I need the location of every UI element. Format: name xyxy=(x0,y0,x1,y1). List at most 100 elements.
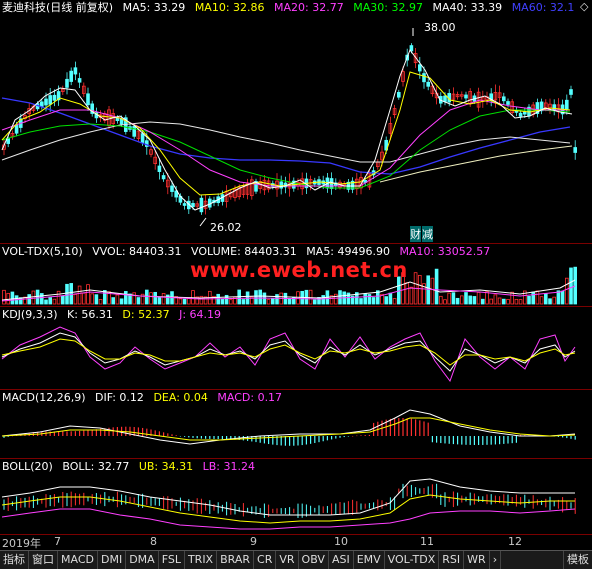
boll-panel[interactable]: BOLL(20) BOLL: 32.77 UB: 34.31 LB: 31.24 xyxy=(0,459,592,535)
tab-rsi[interactable]: RSI xyxy=(439,551,465,569)
kdj-d-line xyxy=(1,338,576,366)
volume-value: VOLUME: 84403.31 xyxy=(191,245,297,258)
volume-bar xyxy=(430,277,435,305)
candle xyxy=(14,124,19,134)
macd-bar xyxy=(389,418,391,436)
candle xyxy=(199,197,204,213)
volume-bar xyxy=(539,296,544,305)
tab-vol-tdx[interactable]: VOL-TDX xyxy=(385,551,440,569)
volume-bar xyxy=(254,290,258,305)
candle xyxy=(565,99,569,110)
candle xyxy=(426,81,430,87)
volume-bar xyxy=(392,298,397,305)
price-header: 麦迪科技(日线 前复权) MA5: 33.29 MA10: 32.86 MA20… xyxy=(2,1,580,14)
volume-bar xyxy=(90,293,95,305)
macd-bar xyxy=(356,435,358,437)
macd-bar xyxy=(209,436,211,439)
macd-bar xyxy=(427,422,429,436)
volume-bar xyxy=(535,290,540,305)
tab-wr[interactable]: WR xyxy=(464,551,490,569)
macd-bar xyxy=(566,436,568,439)
macd-bar xyxy=(419,420,421,436)
macd-bar xyxy=(314,436,316,444)
indicator-tabbar: 指标 窗口 MACD DMI DMA FSL TRIX BRAR CR VR OBV ASI EMV VO… xyxy=(0,550,592,569)
diamond-icon[interactable]: ◇ xyxy=(580,0,588,13)
macd-dif-value: DIF: 0.12 xyxy=(95,391,144,404)
macd-bar xyxy=(452,436,454,445)
volume-bar xyxy=(86,284,90,305)
volume-bar xyxy=(497,297,502,305)
tab-obv[interactable]: OBV xyxy=(299,551,329,569)
tab-emv[interactable]: EMV xyxy=(354,551,385,569)
tabs-more-arrow[interactable]: › xyxy=(490,551,502,569)
macd-bar xyxy=(179,436,181,437)
volume-bar xyxy=(485,291,489,305)
macd-bar xyxy=(163,432,165,436)
macd-bar xyxy=(364,435,366,436)
macd-panel[interactable]: MACD(12,26,9) DIF: 0.12 DEA: 0.04 MACD: … xyxy=(0,390,592,459)
ma30-value: MA30: 32.97 xyxy=(353,1,423,14)
tab-dma[interactable]: DMA xyxy=(126,551,159,569)
date-axis: 2019年 7 8 9 10 11 12 xyxy=(0,534,592,550)
candle xyxy=(157,165,162,172)
vol-ma5-line xyxy=(1,279,576,301)
tab-template[interactable]: 模板 xyxy=(563,551,592,569)
tab-trix[interactable]: TRIX xyxy=(185,551,218,569)
vol-name: VOL-TDX(5,10) xyxy=(2,245,83,258)
finance-marker[interactable]: 财 xyxy=(410,226,421,242)
macd-bar xyxy=(158,431,160,436)
candle xyxy=(518,112,523,117)
tab-brar[interactable]: BRAR xyxy=(217,551,255,569)
kdj-panel[interactable]: KDJ(9,3,3) K: 56.31 D: 52.37 J: 64.19 xyxy=(0,307,592,390)
macd-bar xyxy=(175,435,177,436)
volume-bar xyxy=(161,293,166,305)
macd-bar xyxy=(284,436,286,446)
macd-macd-value: MACD: 0.17 xyxy=(217,391,283,404)
reduce-marker[interactable]: 减 xyxy=(422,226,433,242)
price-panel[interactable]: 麦迪科技(日线 前复权) MA5: 33.29 MA10: 32.86 MA20… xyxy=(0,0,592,244)
volume-bar xyxy=(363,293,367,305)
volume-bar xyxy=(61,295,65,305)
volume-bar xyxy=(321,295,325,305)
macd-bar xyxy=(494,436,496,445)
candle xyxy=(86,93,90,106)
tab-cr[interactable]: CR xyxy=(254,551,277,569)
volume-bar xyxy=(464,292,468,305)
volume-bar xyxy=(417,274,422,305)
tab-macd[interactable]: MACD xyxy=(58,551,98,569)
volume-bar xyxy=(31,290,36,305)
candle xyxy=(569,89,573,95)
ma-extra-line xyxy=(379,145,573,183)
tab-dmi[interactable]: DMI xyxy=(98,551,127,569)
kdj-j-value: J: 64.19 xyxy=(179,308,222,321)
macd-dea-value: DEA: 0.04 xyxy=(153,391,208,404)
tab-asi[interactable]: ASI xyxy=(329,551,354,569)
macd-bar xyxy=(259,436,261,443)
tab-indicator[interactable]: 指标 xyxy=(0,551,29,569)
candle xyxy=(443,95,447,102)
candle xyxy=(573,147,577,153)
macd-bar xyxy=(331,436,333,440)
tab-fsl[interactable]: FSL xyxy=(159,551,185,569)
tab-window[interactable]: 窗口 xyxy=(29,551,58,569)
macd-bar xyxy=(562,436,564,438)
volume-bar xyxy=(258,289,262,305)
macd-bar xyxy=(574,436,576,440)
volume-bar xyxy=(308,289,313,305)
candle xyxy=(523,111,527,115)
volume-bar xyxy=(241,299,246,305)
volume-bar xyxy=(157,297,162,305)
volume-bar xyxy=(115,294,120,305)
volume-bar xyxy=(266,299,271,305)
tab-vr[interactable]: VR xyxy=(276,551,299,569)
volume-bar xyxy=(182,298,187,305)
volume-bar xyxy=(228,299,233,305)
macd-bar xyxy=(79,430,81,436)
volume-bar xyxy=(489,298,493,305)
high-price-label: 38.00 xyxy=(424,21,456,34)
volume-bar xyxy=(459,295,464,305)
macd-bar xyxy=(205,436,207,439)
macd-bar xyxy=(196,436,198,439)
axis-month-9: 9 xyxy=(250,535,257,548)
macd-bar xyxy=(440,436,442,444)
